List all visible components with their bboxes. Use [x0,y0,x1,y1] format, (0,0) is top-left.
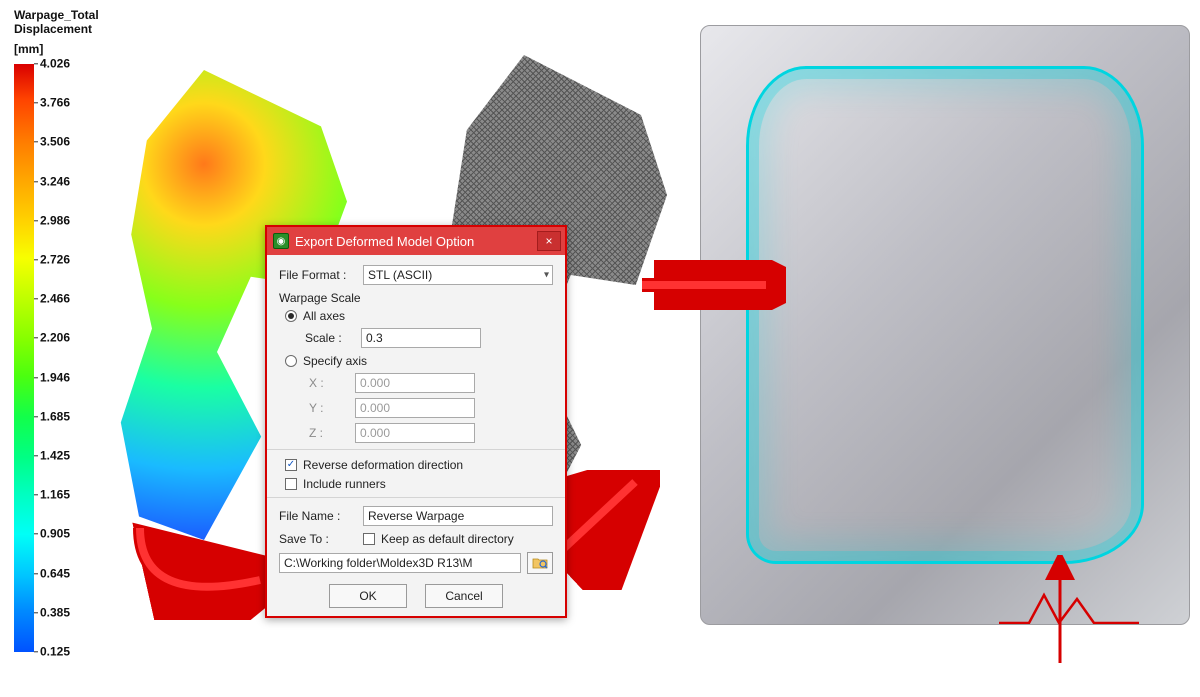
all-axes-radio-row[interactable]: All axes [279,309,553,323]
legend-ticks: 4.0263.7663.5063.2462.9862.7262.4662.206… [34,64,134,652]
legend-tick: 0.385 [40,605,70,619]
close-icon[interactable]: × [537,231,561,251]
save-path-input[interactable]: C:\Working folder\Moldex3D R13\M [279,553,521,573]
ok-button[interactable]: OK [329,584,407,608]
legend-tick: 2.466 [40,291,70,305]
save-to-label: Save To : [279,532,357,546]
file-name-label: File Name : [279,509,357,523]
file-name-input[interactable]: Reverse Warpage [363,506,553,526]
warpage-scale-label: Warpage Scale [279,291,553,305]
legend-tick: 1.425 [40,448,70,462]
save-path-value: C:\Working folder\Moldex3D R13\M [284,556,473,570]
x-value: 0.000 [360,376,390,390]
z-value: 0.000 [360,426,390,440]
legend-tick: 0.125 [40,644,70,658]
keep-default-checkbox[interactable] [363,533,375,545]
browse-button[interactable] [527,552,553,574]
legend-tick: 1.946 [40,370,70,384]
file-format-value: STL (ASCII) [368,268,432,282]
file-format-label: File Format : [279,268,357,282]
reverse-deformation-row[interactable]: Reverse deformation direction [279,458,553,472]
cad-crack-highlight [999,589,1139,624]
include-runners-row[interactable]: Include runners [279,477,553,491]
x-input[interactable]: 0.000 [355,373,475,393]
legend-tick: 2.726 [40,252,70,266]
scale-value: 0.3 [366,331,383,345]
y-label: Y : [309,401,349,415]
legend-tick: 3.506 [40,135,70,149]
z-input[interactable]: 0.000 [355,423,475,443]
legend-tick: 1.685 [40,409,70,423]
color-legend: Warpage_Total Displacement [mm] 4.026 3.7… [14,8,134,652]
legend-tick: 2.986 [40,213,70,227]
legend-tick: 4.026 [40,56,70,70]
legend-color-bar [14,64,34,652]
export-deformed-model-dialog: ◉ Export Deformed Model Option × File Fo… [265,225,567,618]
all-axes-radio[interactable] [285,310,297,322]
include-runners-checkbox[interactable] [285,478,297,490]
specify-axis-label: Specify axis [303,354,367,368]
dialog-titlebar[interactable]: ◉ Export Deformed Model Option × [267,227,565,255]
reverse-deformation-label: Reverse deformation direction [303,458,463,472]
reverse-deformation-checkbox[interactable] [285,459,297,471]
scale-label: Scale : [305,331,355,345]
z-label: Z : [309,426,349,440]
legend-tick: 3.766 [40,95,70,109]
specify-axis-radio[interactable] [285,355,297,367]
legend-tick: 0.905 [40,527,70,541]
y-input[interactable]: 0.000 [355,398,475,418]
keep-default-label: Keep as default directory [381,532,514,546]
legend-unit: [mm] [14,42,134,56]
cancel-button-label: Cancel [445,589,482,603]
legend-tick: 1.165 [40,487,70,501]
scale-input[interactable]: 0.3 [361,328,481,348]
dialog-title: Export Deformed Model Option [295,234,537,249]
legend-tick: 2.206 [40,331,70,345]
file-format-select[interactable]: STL (ASCII) [363,265,553,285]
y-value: 0.000 [360,401,390,415]
legend-title: Warpage_Total Displacement [14,8,134,36]
app-icon: ◉ [273,233,289,249]
legend-tick: 0.645 [40,566,70,580]
folder-search-icon [532,555,548,571]
mold-cad-model [700,25,1190,625]
file-name-value: Reverse Warpage [368,509,464,523]
ok-button-label: OK [359,589,376,603]
cancel-button[interactable]: Cancel [425,584,503,608]
all-axes-label: All axes [303,309,345,323]
legend-tick: 3.246 [40,174,70,188]
include-runners-label: Include runners [303,477,386,491]
x-label: X : [309,376,349,390]
specify-axis-radio-row[interactable]: Specify axis [279,354,553,368]
